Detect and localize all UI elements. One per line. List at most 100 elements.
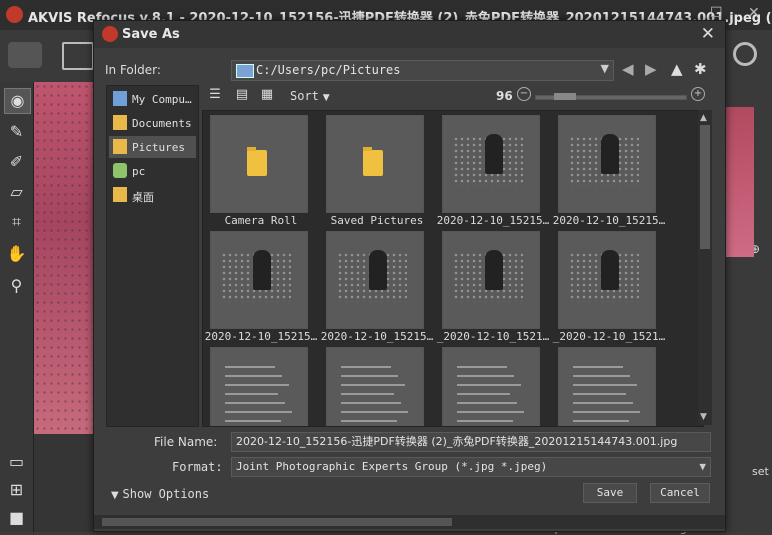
document-line [457, 411, 524, 413]
image-canvas[interactable] [34, 82, 94, 434]
zoom-in-icon[interactable]: + [691, 87, 705, 101]
eraser-tool-icon[interactable]: ▱ [4, 180, 29, 204]
image-tile[interactable] [555, 345, 663, 426]
close-window-icon[interactable]: ✕ [748, 5, 760, 21]
file-name-input[interactable]: 2020-12-10_152156-迅捷PDF转换器 (2)_赤兔PDF转换器_… [231, 432, 711, 452]
figure-silhouette [485, 134, 503, 174]
thumbnail [558, 231, 656, 329]
image-tile[interactable] [207, 345, 315, 426]
place-documents[interactable]: Documents [109, 112, 196, 134]
image-tile[interactable]: _2020-12-10_1521… [553, 229, 665, 343]
refocus-tool-icon[interactable]: ◉ [4, 88, 31, 114]
image-tile[interactable] [439, 345, 547, 426]
drive-icon [236, 64, 254, 78]
document-line [573, 411, 640, 413]
folder-icon [113, 115, 127, 130]
tools-panel: ◉ ✎ ✐ ▱ ⌗ ✋ ⚲ ▭ ⊞ ■ [0, 82, 34, 532]
thumbnail [326, 115, 424, 213]
image-tile[interactable]: 2020-12-10_15215… [437, 113, 549, 227]
image-tile[interactable]: 2020-12-10_15215… [205, 229, 317, 343]
hand-tool-icon[interactable]: ✋ [4, 242, 29, 266]
document-line [225, 420, 281, 422]
places-sidebar: My Compu… Documents Pictures pc 桌面 [106, 85, 199, 427]
document-line [457, 375, 514, 377]
document-line [457, 402, 517, 404]
scrollbar-thumb[interactable] [700, 125, 710, 249]
document-line [573, 393, 626, 395]
document-line [225, 384, 289, 386]
document-line [341, 375, 398, 377]
list-view-icon[interactable]: ☰ [206, 86, 224, 104]
document-line [341, 402, 401, 404]
crop-tool-icon[interactable]: ⌗ [4, 210, 29, 234]
place-label: pc [132, 165, 146, 178]
image-tile[interactable]: 2020-12-10_15215… [321, 229, 433, 343]
image-tile[interactable] [323, 345, 431, 426]
chevron-down-icon[interactable]: ▼ [601, 62, 609, 75]
cancel-button[interactable]: Cancel [650, 483, 710, 503]
camera-icon[interactable] [8, 42, 42, 68]
place-my-computer[interactable]: My Compu… [109, 88, 196, 110]
thumbnail [558, 347, 656, 426]
detail-view-icon[interactable]: ▤ [233, 86, 251, 104]
gear-icon[interactable] [733, 42, 757, 66]
dialog-titlebar: Save As ✕ [94, 21, 725, 48]
akvis-logo-icon [6, 6, 23, 23]
dialog-title: Save As [122, 27, 180, 42]
pencil-minus-tool-icon[interactable]: ✐ [4, 150, 29, 174]
scroll-up-icon[interactable]: ▲ [700, 113, 707, 123]
close-icon[interactable]: ✕ [701, 24, 715, 44]
save-button[interactable]: Save [583, 483, 637, 503]
document-line [225, 402, 285, 404]
image-tile[interactable]: _2020-12-10_1521… [437, 229, 549, 343]
thumbnail [326, 347, 424, 426]
scroll-down-icon[interactable]: ▼ [700, 412, 707, 422]
image-tile[interactable]: 2020-12-10_15215… [553, 113, 665, 227]
thumbnail [558, 115, 656, 213]
place-label: 桌面 [132, 191, 154, 204]
document-line [225, 366, 275, 368]
save-as-dialog: Save As ✕ In Folder: C:/Users/pc/Picture… [93, 20, 726, 532]
file-name-label: 2020-12-10_15215… [436, 214, 550, 227]
document-line [225, 393, 278, 395]
sort-label: Sort [290, 89, 319, 103]
computer-icon [113, 91, 127, 106]
icon-view-icon[interactable]: ▦ [258, 86, 276, 104]
sort-button[interactable]: Sort ▼ [290, 89, 330, 103]
folder-tile[interactable]: Camera Roll [207, 113, 315, 227]
place-pictures[interactable]: Pictures [109, 136, 196, 158]
forward-arrow-icon[interactable]: ▶ [645, 60, 657, 78]
show-options-toggle[interactable]: ▼ Show Options [111, 487, 209, 501]
view-mode-icon[interactable]: ▭ [4, 450, 29, 474]
file-name-label: _2020-12-10_1521… [436, 330, 550, 343]
folder-icon [247, 147, 267, 176]
file-name-label: File Name: [154, 435, 218, 449]
new-folder-icon[interactable]: ✱ [694, 60, 707, 78]
color-swatch-icon[interactable]: ■ [4, 506, 29, 530]
up-folder-icon[interactable]: ▲ [671, 60, 683, 78]
file-name-label: 2020-12-10_15215… [204, 330, 318, 343]
document-line [341, 384, 405, 386]
scrollbar-thumb[interactable] [102, 518, 452, 526]
zoom-tool-icon[interactable]: ⚲ [4, 274, 29, 298]
place-label: Pictures [132, 141, 185, 154]
folder-tile[interactable]: Saved Pictures [323, 113, 431, 227]
fit-view-icon[interactable]: ⊞ [4, 478, 29, 502]
document-line [225, 411, 292, 413]
zoom-out-icon[interactable]: − [517, 87, 531, 101]
format-select[interactable]: Joint Photographic Experts Group (*.jpg … [231, 457, 711, 477]
folder-icon [363, 147, 383, 176]
save-icon[interactable] [62, 42, 94, 70]
maximize-icon[interactable]: ☐ [710, 5, 723, 21]
file-name-label: Camera Roll [224, 214, 298, 227]
user-icon [113, 163, 127, 178]
preview-thumbnail [724, 107, 754, 257]
figure-silhouette [485, 250, 503, 290]
place-desktop[interactable]: 桌面 [109, 184, 196, 206]
folder-icon [113, 139, 127, 154]
folder-combobox[interactable]: C:/Users/pc/Pictures ▼ [231, 60, 614, 81]
place-pc[interactable]: pc [109, 160, 196, 182]
pencil-tool-icon[interactable]: ✎ [4, 120, 29, 144]
slider-thumb[interactable] [554, 93, 576, 100]
back-arrow-icon[interactable]: ◀ [622, 60, 634, 78]
